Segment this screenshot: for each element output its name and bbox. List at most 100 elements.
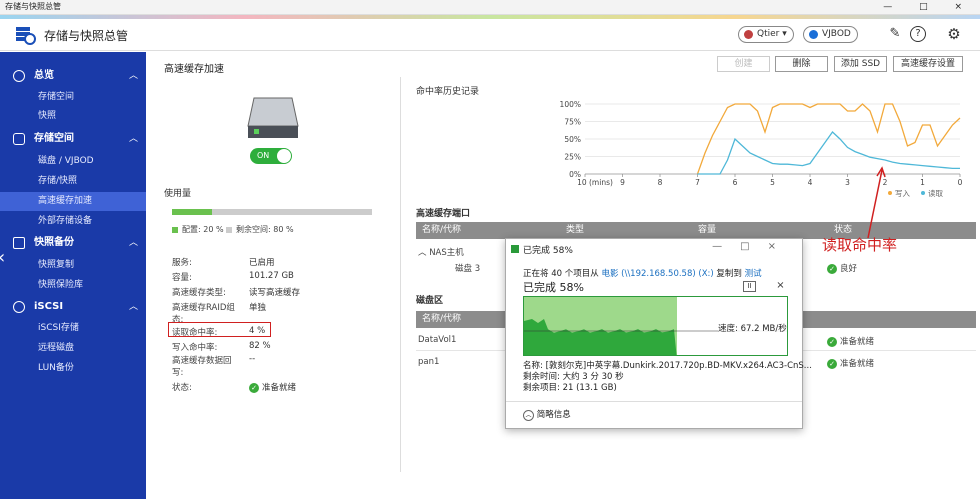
info-label-capacity: 容量: (172, 273, 192, 283)
chart-x-tick-label: 6 (733, 178, 738, 187)
legend-free-text: 剩余空间: 80 % (236, 225, 294, 234)
volume-row-status: ✓ 准备就绪 (827, 357, 874, 369)
col-name: 名称/代称 (422, 314, 462, 324)
volumes-title: 磁盘区 (416, 296, 444, 306)
volume-status-text: 准备就绪 (840, 359, 875, 369)
items-remaining-line: 剩余项目: 21 (13.1 GB) (523, 383, 617, 393)
qtier-button[interactable]: Qtier ▾ (738, 26, 794, 43)
chart-x-tick-label: 7 (695, 178, 700, 187)
percent-complete: 已完成 58% (523, 281, 584, 294)
chevron-up-icon: ︿ (128, 71, 138, 81)
info-value-writeback: -- (249, 354, 256, 364)
sidebar-section-storage[interactable]: 存储空间 ︿ (0, 129, 146, 149)
sidebar-item-remote-disk[interactable]: 远程磁盘 (0, 339, 146, 358)
backup-icon (13, 237, 25, 249)
app-header: 存储与快照总管 Qtier ▾ VJBOD ✎ ? ⚙ (0, 19, 980, 51)
nas-host-label: NAS主机 (429, 248, 464, 258)
brief-info-toggle[interactable]: ︿ 简略信息 (523, 408, 571, 421)
chart-y-tick-label: 75% (564, 118, 581, 127)
toggle-label: ON (257, 151, 270, 160)
cache-disk-name[interactable]: 磁盘 3 (455, 262, 480, 274)
sidebar-section-overview[interactable]: 总览 ︿ (0, 66, 146, 86)
info-label-write-hit: 写入命中率: (172, 343, 218, 353)
sidebar-section-label: iSCSI (34, 301, 64, 312)
toggle-knob (277, 149, 291, 163)
cache-toggle-switch[interactable]: ON (250, 148, 292, 164)
sidebar-item-external-storage[interactable]: 外部存储设备 (0, 212, 146, 231)
nas-host-group[interactable]: ︿ NAS主机 (418, 246, 464, 258)
check-icon: ✓ (827, 263, 837, 274)
sidebar-item-storage-space[interactable]: 存储空间 (0, 88, 146, 107)
cache-disk-status-text: 良好 (840, 264, 858, 274)
app-title: 存储与快照总管 (44, 29, 129, 43)
copy-source-link[interactable]: 电影 (\\192.168.50.58) (X:) (601, 269, 713, 279)
status-text: 准备就绪 (262, 383, 297, 393)
usage-title: 使用量 (164, 189, 192, 199)
dialog-divider (506, 401, 802, 402)
sidebar-item-iscsi-storage[interactable]: iSCSI存储 (0, 319, 146, 338)
qtier-icon (744, 30, 753, 39)
sidebar-item-storage-snapshot[interactable]: 存储/快照 (0, 172, 146, 191)
chart-y-tick-label: 50% (564, 135, 581, 144)
info-label-writeback: 高速缓存数据回写: (172, 356, 232, 378)
chart-series-line-read (697, 131, 960, 175)
chevron-up-icon: ︿ (128, 238, 138, 248)
cancel-copy-button[interactable]: × (774, 281, 787, 292)
info-value-status: ✓ 准备就绪 (249, 381, 296, 393)
info-value-raid: 单独 (249, 303, 267, 313)
add-ssd-button[interactable]: 添加 SSD (834, 56, 887, 72)
sidebar-section-snapshot-backup[interactable]: 快照备份 ︿ (0, 233, 146, 253)
iscsi-icon (13, 301, 25, 313)
sidebar-item-snapshot-vault[interactable]: 快照保险库 (0, 276, 146, 295)
copy-progress-icon (511, 245, 519, 253)
window-title: 存储与快照总管 (5, 2, 61, 11)
legend-configured: 配置: 20 % (172, 224, 224, 235)
pause-button[interactable]: II (743, 281, 756, 292)
info-value-write-hit: 82 % (249, 341, 271, 351)
chart-y-tick-label: 25% (564, 153, 581, 162)
copy-dest-link[interactable]: 测试 (745, 269, 762, 279)
sidebar-section-label: 存储空间 (34, 133, 74, 144)
cache-disk-status: ✓ 良好 (827, 262, 857, 274)
annotation-read-hit-label: 读取命中率 (822, 236, 898, 254)
sidebar-item-cache-acceleration[interactable]: 高速缓存加速 (0, 192, 146, 211)
copy-description: 正在将 40 个项目从 电影 (\\192.168.50.58) (X:) 复制… (523, 267, 762, 279)
page-title: 高速缓存加速 (164, 64, 224, 75)
window-controls[interactable]: — □ × (883, 0, 974, 14)
search-settings-icon[interactable]: ✎ (887, 26, 903, 42)
sidebar: 总览 ︿ 存储空间 快照 存储空间 ︿ 磁盘 / VJBOD 存储/快照 高速缓… (0, 52, 146, 499)
sidebar-section-label: 快照备份 (34, 237, 74, 248)
info-label-status: 状态: (172, 383, 192, 393)
check-icon: ✓ (249, 382, 259, 393)
chart-legend-marker (921, 191, 925, 195)
col-type: 类型 (566, 225, 585, 235)
dialog-window-controls[interactable]: —□× (712, 241, 794, 252)
sidebar-section-iscsi[interactable]: iSCSI ︿ (0, 297, 146, 317)
help-icon[interactable]: ? (910, 26, 926, 42)
gear-icon[interactable]: ⚙ (946, 26, 962, 42)
volume-row-name[interactable]: pan1 (418, 357, 439, 367)
chevron-up-icon: ︿ (128, 302, 138, 312)
sidebar-collapse-handle-icon[interactable]: ‹ (0, 247, 5, 268)
sidebar-item-snapshot[interactable]: 快照 (0, 107, 146, 126)
cache-port-title: 高速缓存端口 (416, 209, 471, 219)
volume-status-text: 准备就绪 (840, 337, 875, 347)
chart-x-tick-label: 9 (620, 178, 625, 187)
cache-settings-button[interactable]: 高速缓存设置 (893, 56, 963, 72)
col-capacity: 容量 (698, 225, 717, 235)
ssd-drive-icon (247, 97, 299, 138)
chart-y-tick-label: 100% (560, 100, 581, 109)
sidebar-item-disks-vjbod[interactable]: 磁盘 / VJBOD (0, 152, 146, 171)
usage-bar (172, 209, 372, 215)
volume-row-name[interactable]: DataVol1 (418, 335, 456, 345)
delete-button[interactable]: 删除 (775, 56, 828, 72)
vjbod-button[interactable]: VJBOD (803, 26, 858, 43)
sidebar-item-snapshot-replica[interactable]: 快照复制 (0, 256, 146, 275)
brief-info-label: 简略信息 (536, 410, 571, 420)
create-button[interactable]: 创建 (717, 56, 770, 72)
legend-free: 剩余空间: 80 % (226, 224, 294, 235)
annotation-arrow (867, 166, 886, 239)
read-hit-highlight-box (168, 322, 271, 337)
sidebar-item-lun-backup[interactable]: LUN备份 (0, 359, 146, 378)
copy-desc-mid: 复制到 (713, 269, 745, 279)
